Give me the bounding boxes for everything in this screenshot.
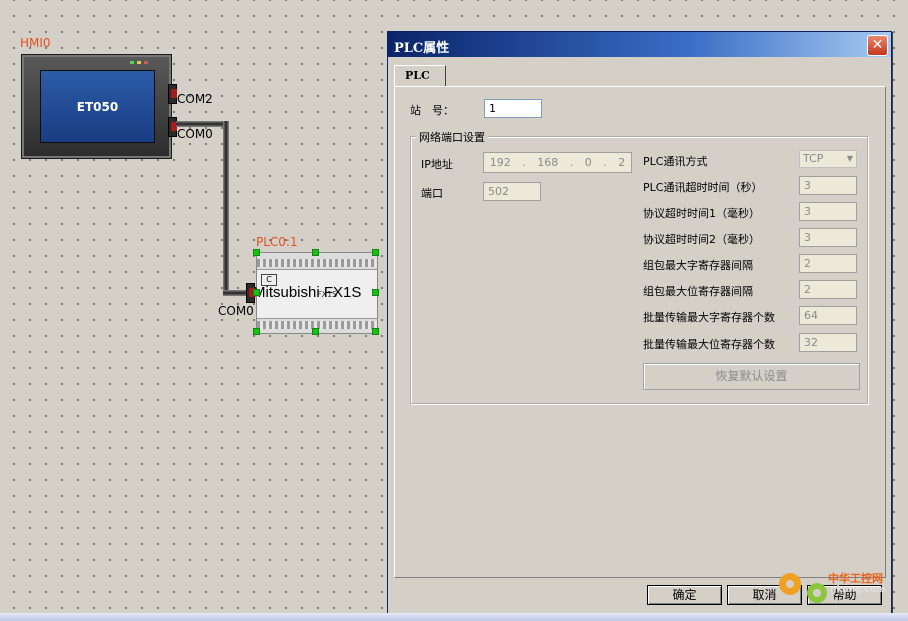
cable-segment[interactable]	[176, 121, 229, 127]
setting-label: 协议超时时间1（毫秒）	[643, 207, 760, 220]
selection-handle[interactable]	[312, 249, 319, 256]
setting-input[interactable]: 3	[799, 228, 857, 247]
ip-octet: 168	[537, 156, 559, 169]
plc-title: PLC0:1	[256, 235, 298, 249]
watermark-url: gkong.com	[830, 585, 886, 595]
hmi-port-label: COM0	[177, 127, 213, 141]
group-title: 网络端口设置	[416, 129, 488, 145]
setting-label: 批量传输最大位寄存器个数	[643, 338, 775, 351]
selection-handle[interactable]	[253, 289, 260, 296]
port-input[interactable]: 502	[483, 182, 541, 201]
plc-port-label: COM0	[218, 304, 254, 318]
ip-octet: 0	[584, 156, 592, 169]
setting-label: 组包最大字寄存器间隔	[643, 259, 753, 272]
hmi-screen: ET050	[40, 70, 155, 143]
dialog-titlebar[interactable]: PLC属性 ✕	[388, 32, 891, 57]
hmi-led-icon	[130, 61, 134, 64]
ip-separator: .	[569, 156, 574, 169]
ip-octet: 2	[618, 156, 626, 169]
setting-input[interactable]: 3	[799, 176, 857, 195]
selection-handle[interactable]	[253, 328, 260, 335]
comm-mode-value: TCP	[803, 152, 824, 165]
hmi-screen-label: ET050	[76, 99, 119, 114]
setting-label: 批量传输最大字寄存器个数	[643, 311, 775, 324]
selection-handle[interactable]	[372, 328, 379, 335]
station-number-input[interactable]: 1	[484, 99, 542, 118]
ok-button[interactable]: 确定	[647, 585, 722, 605]
plc-device[interactable]: C FX1S Mitsubishi FX1S	[253, 252, 378, 334]
cable-segment[interactable]	[223, 121, 229, 295]
hmi-port-com0[interactable]	[168, 117, 177, 137]
close-icon[interactable]: ✕	[867, 35, 888, 56]
watermark-text: 中华工控网	[828, 572, 883, 585]
setting-input[interactable]: 2	[799, 280, 857, 299]
comm-mode-select[interactable]: TCP ▼	[799, 150, 857, 168]
port-label: 端口	[421, 187, 443, 200]
setting-input[interactable]: 32	[799, 333, 857, 352]
ip-separator: .	[603, 156, 607, 169]
hmi-device[interactable]: ET050	[21, 54, 172, 159]
ip-label: IP地址	[421, 158, 453, 171]
hmi-port-label: COM2	[177, 92, 213, 106]
hmi-led-icon	[144, 61, 148, 64]
ip-address-field[interactable]: 192 . 168 . 0 . 2	[483, 152, 632, 173]
setting-input[interactable]: 2	[799, 254, 857, 273]
restore-defaults-button[interactable]: 恢复默认设置	[643, 363, 860, 390]
station-label: 站 号：	[410, 104, 454, 117]
setting-label: PLC通讯超时时间（秒）	[643, 181, 763, 194]
hmi-led-icon	[137, 61, 141, 64]
dialog-title: PLC属性	[394, 41, 450, 56]
ip-separator: .	[522, 156, 526, 169]
setting-input[interactable]: 3	[799, 202, 857, 221]
setting-label: PLC通讯方式	[643, 155, 708, 168]
hmi-title: HMI0	[20, 36, 51, 50]
setting-label: 组包最大位寄存器间隔	[643, 285, 753, 298]
plc-label: Mitsubishi FX1S	[253, 284, 362, 301]
setting-input[interactable]: 64	[799, 306, 857, 325]
selection-handle[interactable]	[372, 249, 379, 256]
status-bar	[0, 613, 908, 621]
selection-handle[interactable]	[253, 249, 260, 256]
hmi-port-com2[interactable]	[168, 84, 177, 104]
chevron-down-icon: ▼	[846, 154, 853, 163]
setting-label: 协议超时时间2（毫秒）	[643, 233, 760, 246]
tab-plc[interactable]: PLC	[394, 65, 446, 87]
selection-handle[interactable]	[372, 289, 379, 296]
plc-properties-dialog: PLC属性 ✕ PLC 站 号： 1 网络端口设置 IP地址 192 . 168…	[387, 31, 892, 615]
selection-handle[interactable]	[312, 328, 319, 335]
ip-octet: 192	[489, 156, 511, 169]
